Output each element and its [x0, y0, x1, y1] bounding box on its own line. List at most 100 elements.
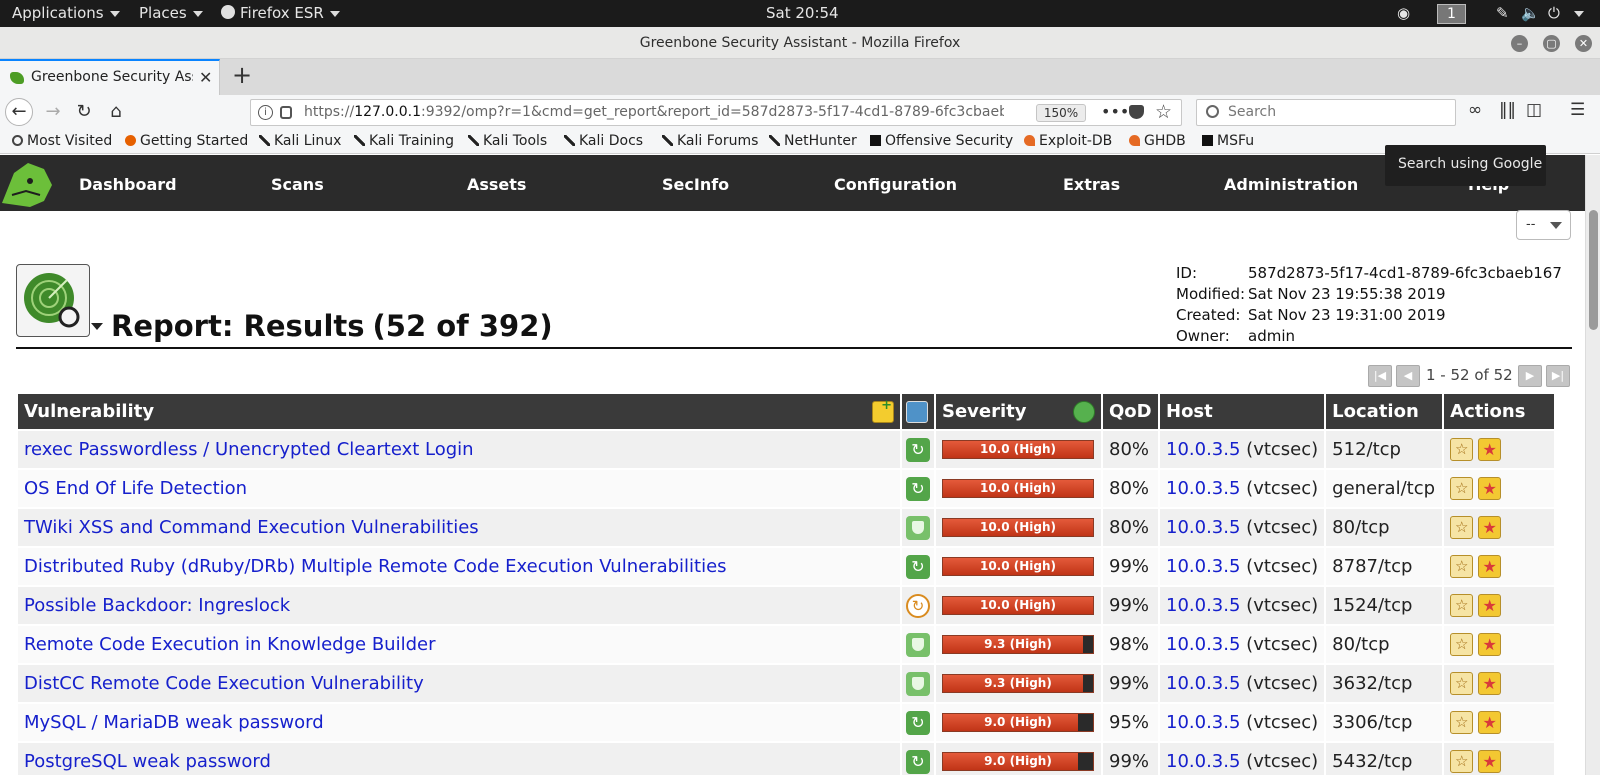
- sidebar-icon[interactable]: ◫: [1526, 100, 1542, 120]
- greenbone-logo-icon[interactable]: [0, 155, 54, 211]
- add-override-icon[interactable]: [1450, 594, 1474, 617]
- add-note-star-icon[interactable]: [1478, 594, 1502, 617]
- close-tab-icon[interactable]: ✕: [199, 68, 212, 87]
- menu-extras[interactable]: Extras: [1063, 175, 1120, 194]
- report-menu-caret-icon[interactable]: [91, 323, 103, 330]
- add-note-star-icon[interactable]: [1478, 750, 1502, 773]
- mask-icon[interactable]: ∞: [1468, 100, 1482, 120]
- bookmark-getting-started[interactable]: Getting Started: [125, 133, 248, 149]
- insecure-lock-icon[interactable]: [280, 106, 292, 119]
- host-ip-link[interactable]: 10.0.3.5: [1166, 478, 1240, 499]
- menu-scans[interactable]: Scans: [271, 175, 324, 194]
- tab-greenbone[interactable]: Greenbone Security Assistant ✕: [0, 59, 220, 95]
- hamburger-menu-icon[interactable]: ☰: [1570, 100, 1585, 120]
- host-ip-link[interactable]: 10.0.3.5: [1166, 556, 1240, 577]
- filter-select[interactable]: --: [1516, 210, 1571, 240]
- vulnerability-link[interactable]: OS End Of Life Detection: [24, 478, 247, 499]
- bookmark-nethunter[interactable]: NetHunter: [769, 133, 857, 149]
- host-ip-link[interactable]: 10.0.3.5: [1166, 673, 1240, 694]
- bookmark-offensive-security[interactable]: Offensive Security: [870, 133, 1013, 149]
- close-window-button[interactable]: ✕: [1575, 35, 1592, 52]
- menu-assets[interactable]: Assets: [467, 175, 526, 194]
- bookmark-msfu[interactable]: MSFu: [1202, 133, 1254, 149]
- reload-button[interactable]: ↻: [70, 98, 98, 126]
- volume-icon[interactable]: 🔈: [1521, 4, 1540, 22]
- url-text[interactable]: https://127.0.0.1:9392/omp?r=1&cmd=get_r…: [304, 104, 1004, 120]
- info-icon[interactable]: i: [258, 105, 273, 120]
- add-override-icon[interactable]: [1450, 711, 1474, 734]
- add-note-star-icon[interactable]: [1478, 672, 1502, 695]
- add-note-star-icon[interactable]: [1478, 438, 1502, 461]
- bookmark-kali-tools[interactable]: Kali Tools: [468, 133, 547, 149]
- vulnerability-link[interactable]: TWiki XSS and Command Execution Vulnerab…: [24, 517, 479, 538]
- add-note-star-icon[interactable]: [1478, 633, 1502, 656]
- bookmark-ghdb[interactable]: GHDB: [1129, 133, 1186, 149]
- add-note-star-icon[interactable]: [1478, 711, 1502, 734]
- last-page-button[interactable]: ▶|: [1546, 365, 1570, 387]
- host-ip-link[interactable]: 10.0.3.5: [1166, 712, 1240, 733]
- vulnerability-link[interactable]: Distributed Ruby (dRuby/DRb) Multiple Re…: [24, 556, 727, 577]
- power-icon[interactable]: [1073, 401, 1095, 423]
- next-page-button[interactable]: ▶: [1518, 365, 1542, 387]
- menu-secinfo[interactable]: SecInfo: [662, 175, 729, 194]
- bookmark-kali-docs[interactable]: Kali Docs: [564, 133, 643, 149]
- add-note-icon[interactable]: [872, 398, 894, 423]
- add-override-icon[interactable]: [1450, 555, 1474, 578]
- url-bar[interactable]: i https://127.0.0.1:9392/omp?r=1&cmd=get…: [250, 99, 1182, 126]
- scrollbar-thumb[interactable]: [1589, 210, 1598, 330]
- page-scrollbar[interactable]: [1585, 155, 1600, 775]
- clock[interactable]: Sat 20:54: [766, 4, 839, 22]
- forward-button[interactable]: →: [39, 98, 67, 126]
- first-page-button[interactable]: |◀: [1368, 365, 1392, 387]
- column-host[interactable]: Host: [1160, 394, 1325, 429]
- add-override-icon[interactable]: [1450, 633, 1474, 656]
- add-override-icon[interactable]: [1450, 672, 1474, 695]
- report-radar-icon[interactable]: [16, 264, 90, 337]
- bookmark-star-icon[interactable]: ☆: [1155, 101, 1172, 123]
- pen-icon[interactable]: ✎: [1496, 4, 1509, 22]
- host-ip-link[interactable]: 10.0.3.5: [1166, 517, 1240, 538]
- column-severity[interactable]: Severity: [936, 394, 1101, 429]
- vulnerability-link[interactable]: rexec Passwordless / Unencrypted Clearte…: [24, 439, 474, 460]
- menu-dashboard[interactable]: Dashboard: [79, 175, 177, 194]
- add-note-star-icon[interactable]: [1478, 477, 1502, 500]
- bookmark-kali-forums[interactable]: Kali Forums: [662, 133, 758, 149]
- add-note-star-icon[interactable]: [1478, 516, 1502, 539]
- column-vulnerability[interactable]: Vulnerability: [18, 394, 900, 429]
- firefox-app-menu[interactable]: Firefox ESR: [221, 4, 340, 22]
- bookmark-most-visited[interactable]: Most Visited: [12, 133, 112, 149]
- host-ip-link[interactable]: 10.0.3.5: [1166, 439, 1240, 460]
- applications-menu[interactable]: Applications: [12, 4, 120, 22]
- places-menu[interactable]: Places: [139, 4, 203, 22]
- vulnerability-link[interactable]: Possible Backdoor: Ingreslock: [24, 595, 290, 616]
- camera-icon[interactable]: ◉: [1397, 4, 1410, 22]
- back-button[interactable]: ←: [5, 98, 33, 126]
- bookmark-kali-training[interactable]: Kali Training: [354, 133, 454, 149]
- host-ip-link[interactable]: 10.0.3.5: [1166, 595, 1240, 616]
- bookmark-exploit-db[interactable]: Exploit-DB: [1024, 133, 1112, 149]
- add-override-icon[interactable]: [1450, 750, 1474, 773]
- home-button[interactable]: ⌂: [102, 98, 130, 126]
- menu-configuration[interactable]: Configuration: [834, 175, 957, 194]
- vulnerability-link[interactable]: PostgreSQL weak password: [24, 751, 271, 772]
- search-bar[interactable]: Search: [1196, 99, 1456, 126]
- menu-administration[interactable]: Administration: [1224, 175, 1358, 194]
- previous-page-button[interactable]: ◀: [1396, 365, 1420, 387]
- column-qod[interactable]: QoD: [1103, 394, 1158, 429]
- library-icon[interactable]: ‖‖: [1499, 100, 1516, 120]
- add-override-icon[interactable]: [1450, 516, 1474, 539]
- power-menu-icon[interactable]: ⏻: [1548, 4, 1560, 22]
- vulnerability-link[interactable]: DistCC Remote Code Execution Vulnerabili…: [24, 673, 424, 694]
- add-override-icon[interactable]: [1450, 477, 1474, 500]
- workspace-indicator[interactable]: 1: [1437, 4, 1466, 24]
- new-tab-button[interactable]: +: [232, 61, 252, 89]
- host-ip-link[interactable]: 10.0.3.5: [1166, 634, 1240, 655]
- column-location[interactable]: Location: [1326, 394, 1443, 429]
- minimize-button[interactable]: –: [1511, 35, 1528, 52]
- page-actions-icon[interactable]: •••: [1101, 102, 1129, 121]
- maximize-button[interactable]: ▢: [1543, 35, 1560, 52]
- vulnerability-link[interactable]: Remote Code Execution in Knowledge Build…: [24, 634, 436, 655]
- chevron-down-icon[interactable]: [1574, 11, 1584, 17]
- add-note-star-icon[interactable]: [1478, 555, 1502, 578]
- column-solution-type[interactable]: [902, 394, 934, 429]
